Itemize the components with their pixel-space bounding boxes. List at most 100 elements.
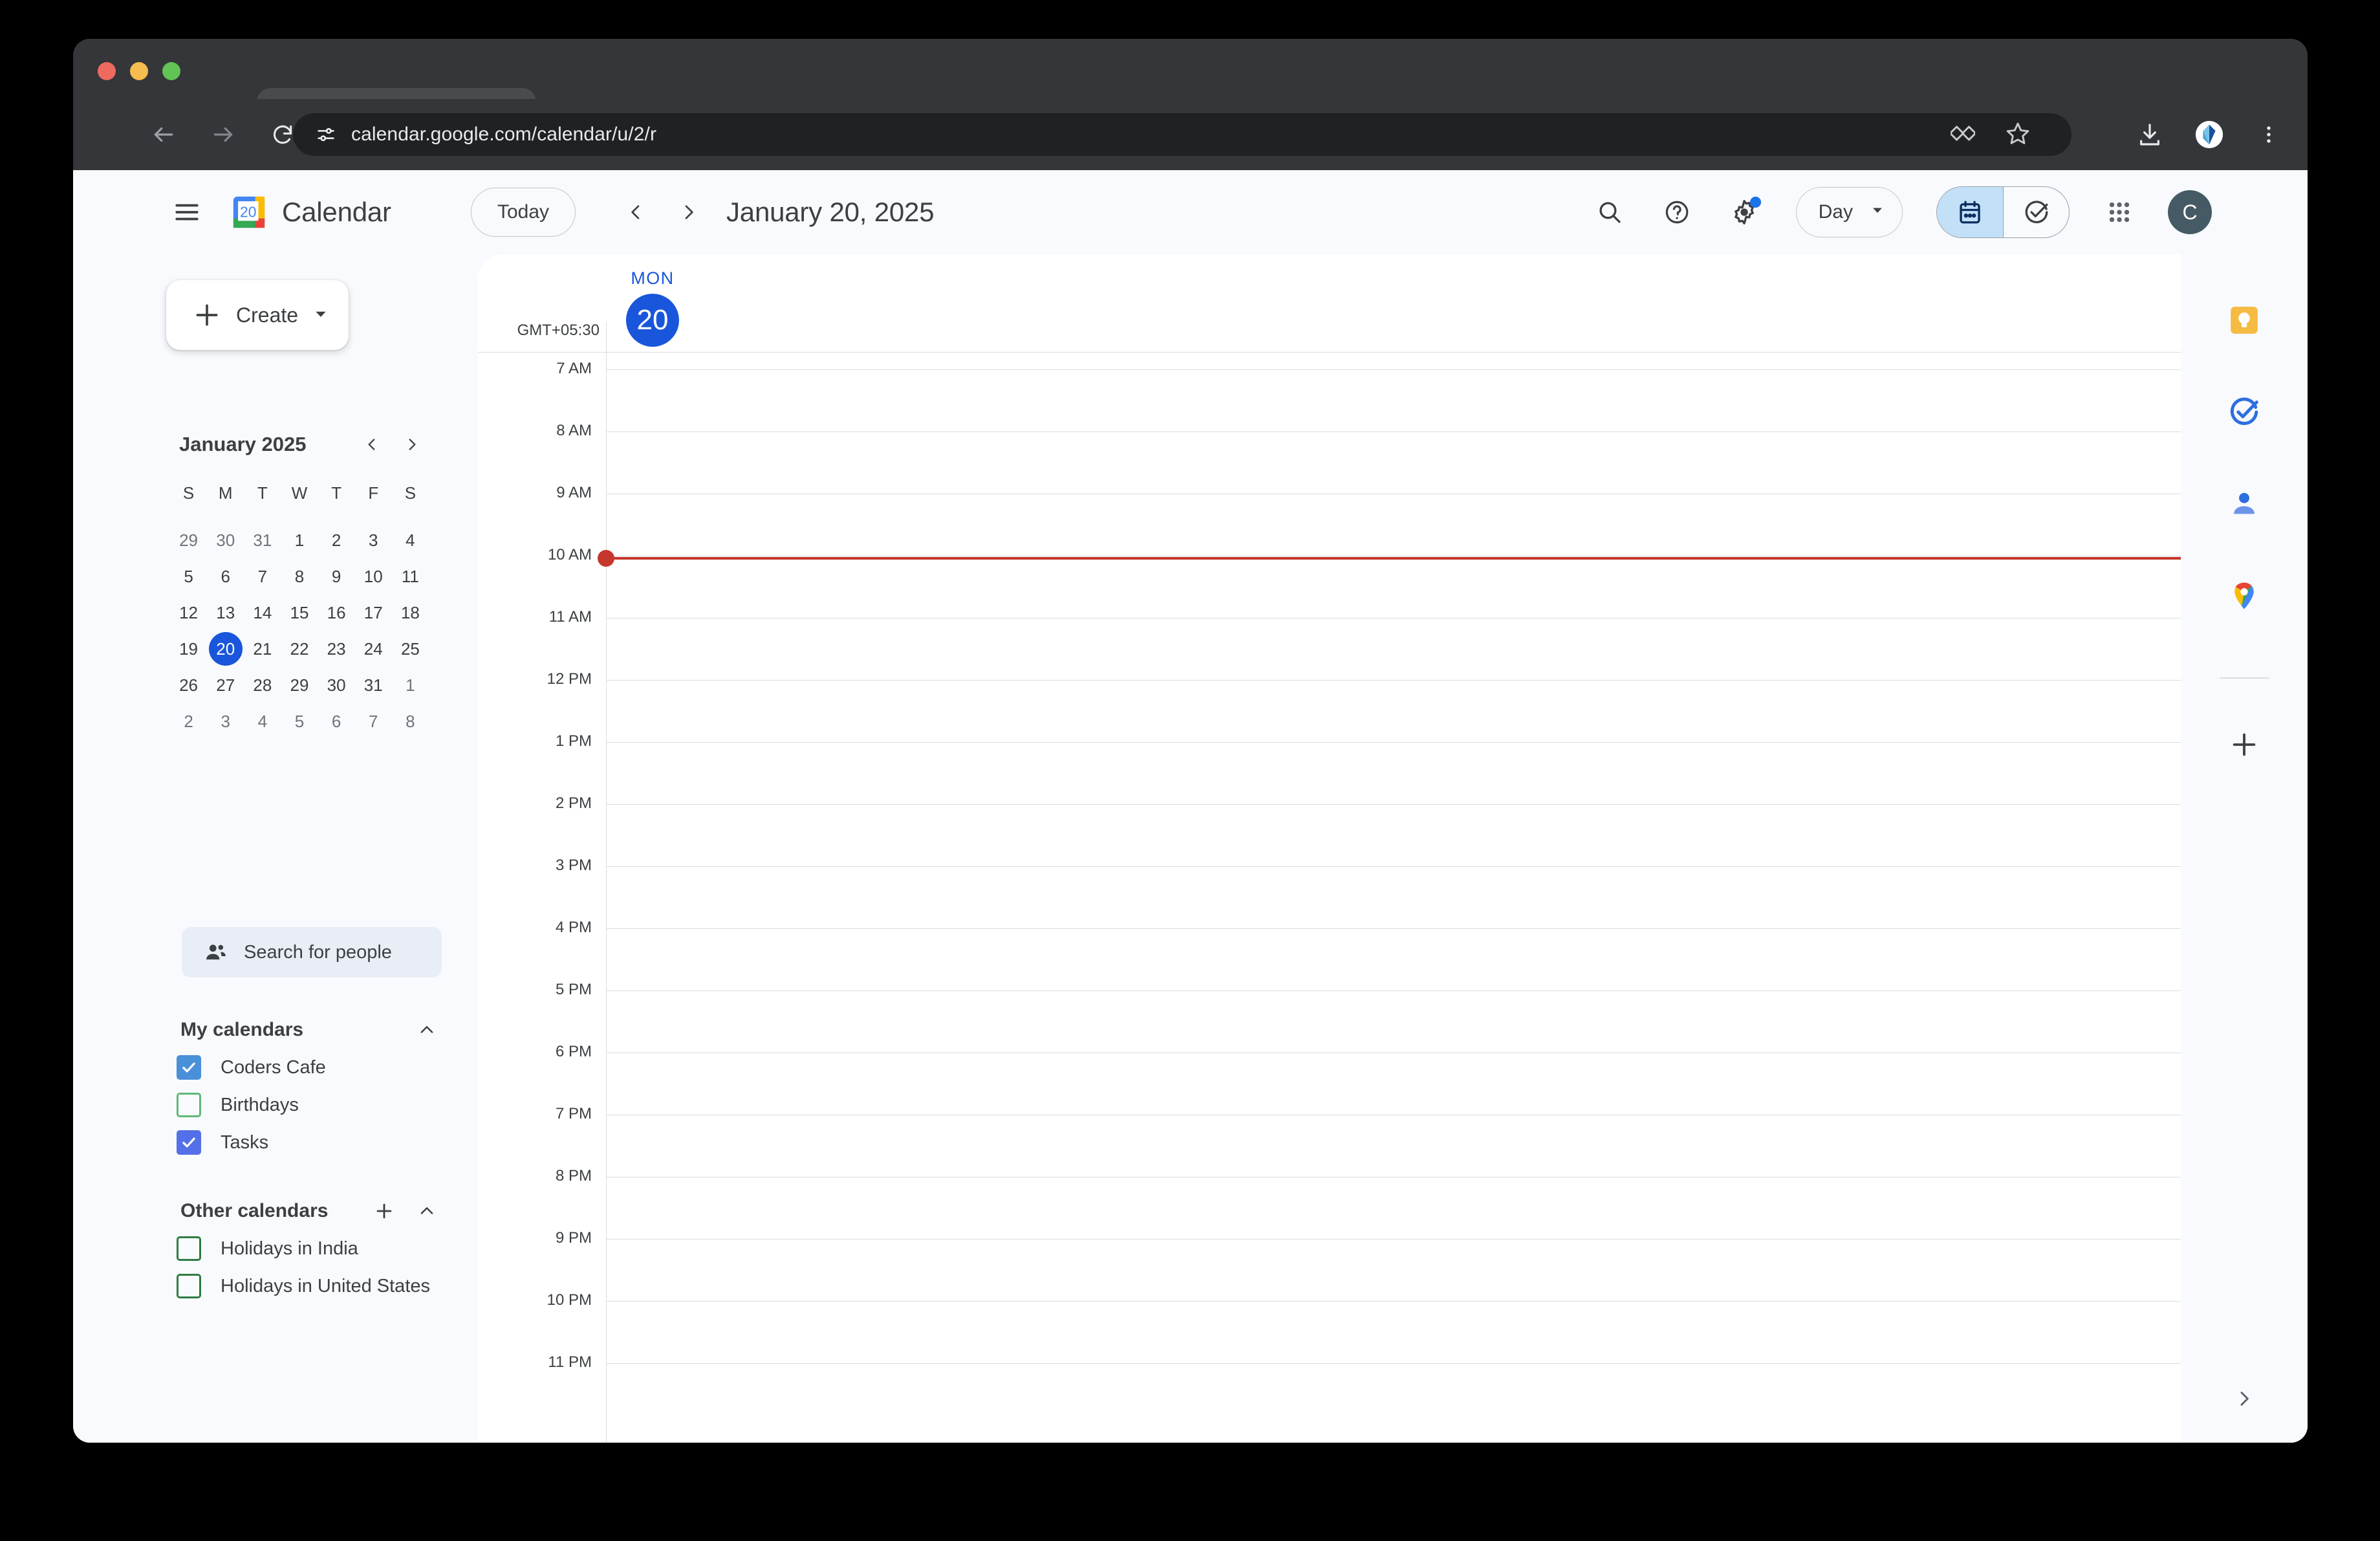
hour-row[interactable]: 11 AM [478, 608, 2308, 680]
site-settings-icon[interactable] [310, 118, 342, 151]
mini-calendar-day[interactable]: 22 [281, 631, 318, 667]
mini-calendar-day[interactable]: 6 [207, 558, 244, 595]
mini-calendar-day[interactable]: 10 [355, 558, 392, 595]
hour-row[interactable]: 5 PM [478, 981, 2308, 1053]
mini-calendar-day[interactable]: 29 [281, 667, 318, 703]
hour-row[interactable]: 7 AM [478, 360, 2308, 432]
checkbox-checked-icon[interactable] [177, 1130, 201, 1155]
hour-row[interactable]: 11 PM [478, 1353, 2308, 1425]
mini-calendar-day[interactable]: 7 [355, 703, 392, 739]
mini-calendar-day[interactable]: 26 [170, 667, 207, 703]
mini-calendar-day[interactable]: 30 [207, 522, 244, 558]
google-maps-icon[interactable] [2218, 570, 2270, 622]
day-header-column[interactable]: MON 20 [607, 254, 698, 353]
gear-icon[interactable] [1724, 191, 1765, 233]
chevron-up-icon[interactable] [412, 1015, 442, 1045]
mini-calendar-day[interactable]: 28 [244, 667, 281, 703]
mini-calendar-day[interactable]: 1 [392, 667, 429, 703]
mini-calendar-day[interactable]: 3 [207, 703, 244, 739]
avatar[interactable]: C [2168, 190, 2212, 234]
google-keep-icon[interactable] [2218, 294, 2270, 346]
checkbox-unchecked-icon[interactable] [177, 1093, 201, 1117]
search-people-input[interactable]: Search for people [182, 927, 442, 978]
hour-row[interactable]: 2 PM [478, 794, 2308, 866]
mini-calendar-day[interactable]: 7 [244, 558, 281, 595]
other-calendar-item[interactable]: Holidays in United States [177, 1267, 448, 1305]
mini-calendar-day[interactable]: 12 [170, 595, 207, 631]
bookmark-star-icon[interactable] [2005, 120, 2031, 149]
download-icon[interactable] [2132, 116, 2168, 153]
mini-calendar-day[interactable]: 14 [244, 595, 281, 631]
hour-row[interactable]: 1 PM [478, 732, 2308, 804]
time-grid-scroll-area[interactable]: 7 AM 8 AM 9 AM 10 AM 11 AM 12 PM 1 PM 2 PM 3 PM 4… [478, 353, 2308, 1443]
google-apps-icon[interactable] [2099, 192, 2139, 232]
hour-row[interactable]: 9 PM [478, 1229, 2308, 1301]
my-calendar-item[interactable]: Birthdays [177, 1086, 448, 1124]
app-brand[interactable]: 20 Calendar [230, 193, 391, 231]
other-calendar-item[interactable]: Holidays in India [177, 1230, 448, 1267]
search-icon[interactable] [1589, 191, 1630, 233]
day-number-badge[interactable]: 20 [626, 294, 679, 347]
chevron-up-icon[interactable] [412, 1196, 442, 1226]
my-calendar-item[interactable]: Coders Cafe [177, 1049, 448, 1086]
next-day-button[interactable] [668, 191, 709, 233]
mini-calendar-day[interactable]: 25 [392, 631, 429, 667]
my-calendars-header[interactable]: My calendars [180, 1010, 442, 1050]
split-view-icon[interactable] [1949, 121, 1977, 149]
mini-calendar-day-selected[interactable]: 20 [207, 631, 244, 667]
mini-calendar-day[interactable]: 8 [392, 703, 429, 739]
mini-calendar-day[interactable]: 2 [318, 522, 355, 558]
main-menu-icon[interactable] [169, 194, 205, 230]
mini-calendar-day[interactable]: 27 [207, 667, 244, 703]
mini-calendar-day[interactable]: 13 [207, 595, 244, 631]
help-icon[interactable] [1656, 191, 1698, 233]
minimize-window-button[interactable] [130, 62, 148, 80]
hour-row[interactable]: 7 PM [478, 1105, 2308, 1177]
mini-calendar-day[interactable]: 5 [281, 703, 318, 739]
hour-row[interactable]: 10 AM [478, 546, 2308, 618]
mini-calendar-day[interactable]: 4 [392, 522, 429, 558]
mini-calendar-day[interactable]: 8 [281, 558, 318, 595]
toggle-tasks-view-button[interactable] [2003, 187, 2069, 237]
mini-calendar-day[interactable]: 5 [170, 558, 207, 595]
mini-calendar-day[interactable]: 21 [244, 631, 281, 667]
google-tasks-icon[interactable] [2218, 386, 2270, 438]
hour-row[interactable]: 8 PM [478, 1167, 2308, 1239]
today-button[interactable]: Today [471, 188, 576, 237]
mini-calendar-prev-button[interactable] [355, 428, 389, 461]
hour-row[interactable]: 4 PM [478, 919, 2308, 990]
google-contacts-icon[interactable] [2218, 478, 2270, 530]
mini-calendar-day[interactable]: 19 [170, 631, 207, 667]
mini-calendar-day[interactable]: 31 [244, 522, 281, 558]
my-calendar-item[interactable]: Tasks [177, 1124, 448, 1161]
mini-calendar-day[interactable]: 11 [392, 558, 429, 595]
mini-calendar-day[interactable]: 24 [355, 631, 392, 667]
add-side-panel-app-button[interactable] [2218, 719, 2270, 770]
mini-calendar-day[interactable]: 16 [318, 595, 355, 631]
previous-day-button[interactable] [615, 191, 656, 233]
back-arrow-icon[interactable] [146, 116, 182, 153]
hour-row[interactable]: 8 AM [478, 422, 2308, 494]
mini-calendar-day[interactable]: 9 [318, 558, 355, 595]
maximize-window-button[interactable] [162, 62, 180, 80]
hour-row[interactable]: 9 AM [478, 484, 2308, 556]
hour-row[interactable]: 12 PM [478, 670, 2308, 742]
extension-icon[interactable] [2191, 116, 2227, 153]
mini-calendar-day[interactable]: 29 [170, 522, 207, 558]
mini-calendar-day[interactable]: 17 [355, 595, 392, 631]
mini-calendar-day[interactable]: 18 [392, 595, 429, 631]
checkbox-unchecked-icon[interactable] [177, 1236, 201, 1261]
checkbox-checked-icon[interactable] [177, 1055, 201, 1080]
address-bar[interactable]: calendar.google.com/calendar/u/2/r [293, 113, 2072, 156]
mini-calendar-day[interactable]: 3 [355, 522, 392, 558]
toggle-calendar-view-button[interactable] [1937, 187, 2003, 237]
close-window-button[interactable] [98, 62, 116, 80]
mini-calendar-day[interactable]: 2 [170, 703, 207, 739]
mini-calendar-day[interactable]: 15 [281, 595, 318, 631]
mini-calendar-day[interactable]: 23 [318, 631, 355, 667]
three-dot-menu-icon[interactable] [2251, 116, 2287, 153]
forward-arrow-icon[interactable] [205, 116, 241, 153]
mini-calendar-next-button[interactable] [395, 428, 429, 461]
view-mode-select[interactable]: Day [1795, 187, 1903, 237]
add-other-calendar-icon[interactable] [369, 1196, 399, 1226]
